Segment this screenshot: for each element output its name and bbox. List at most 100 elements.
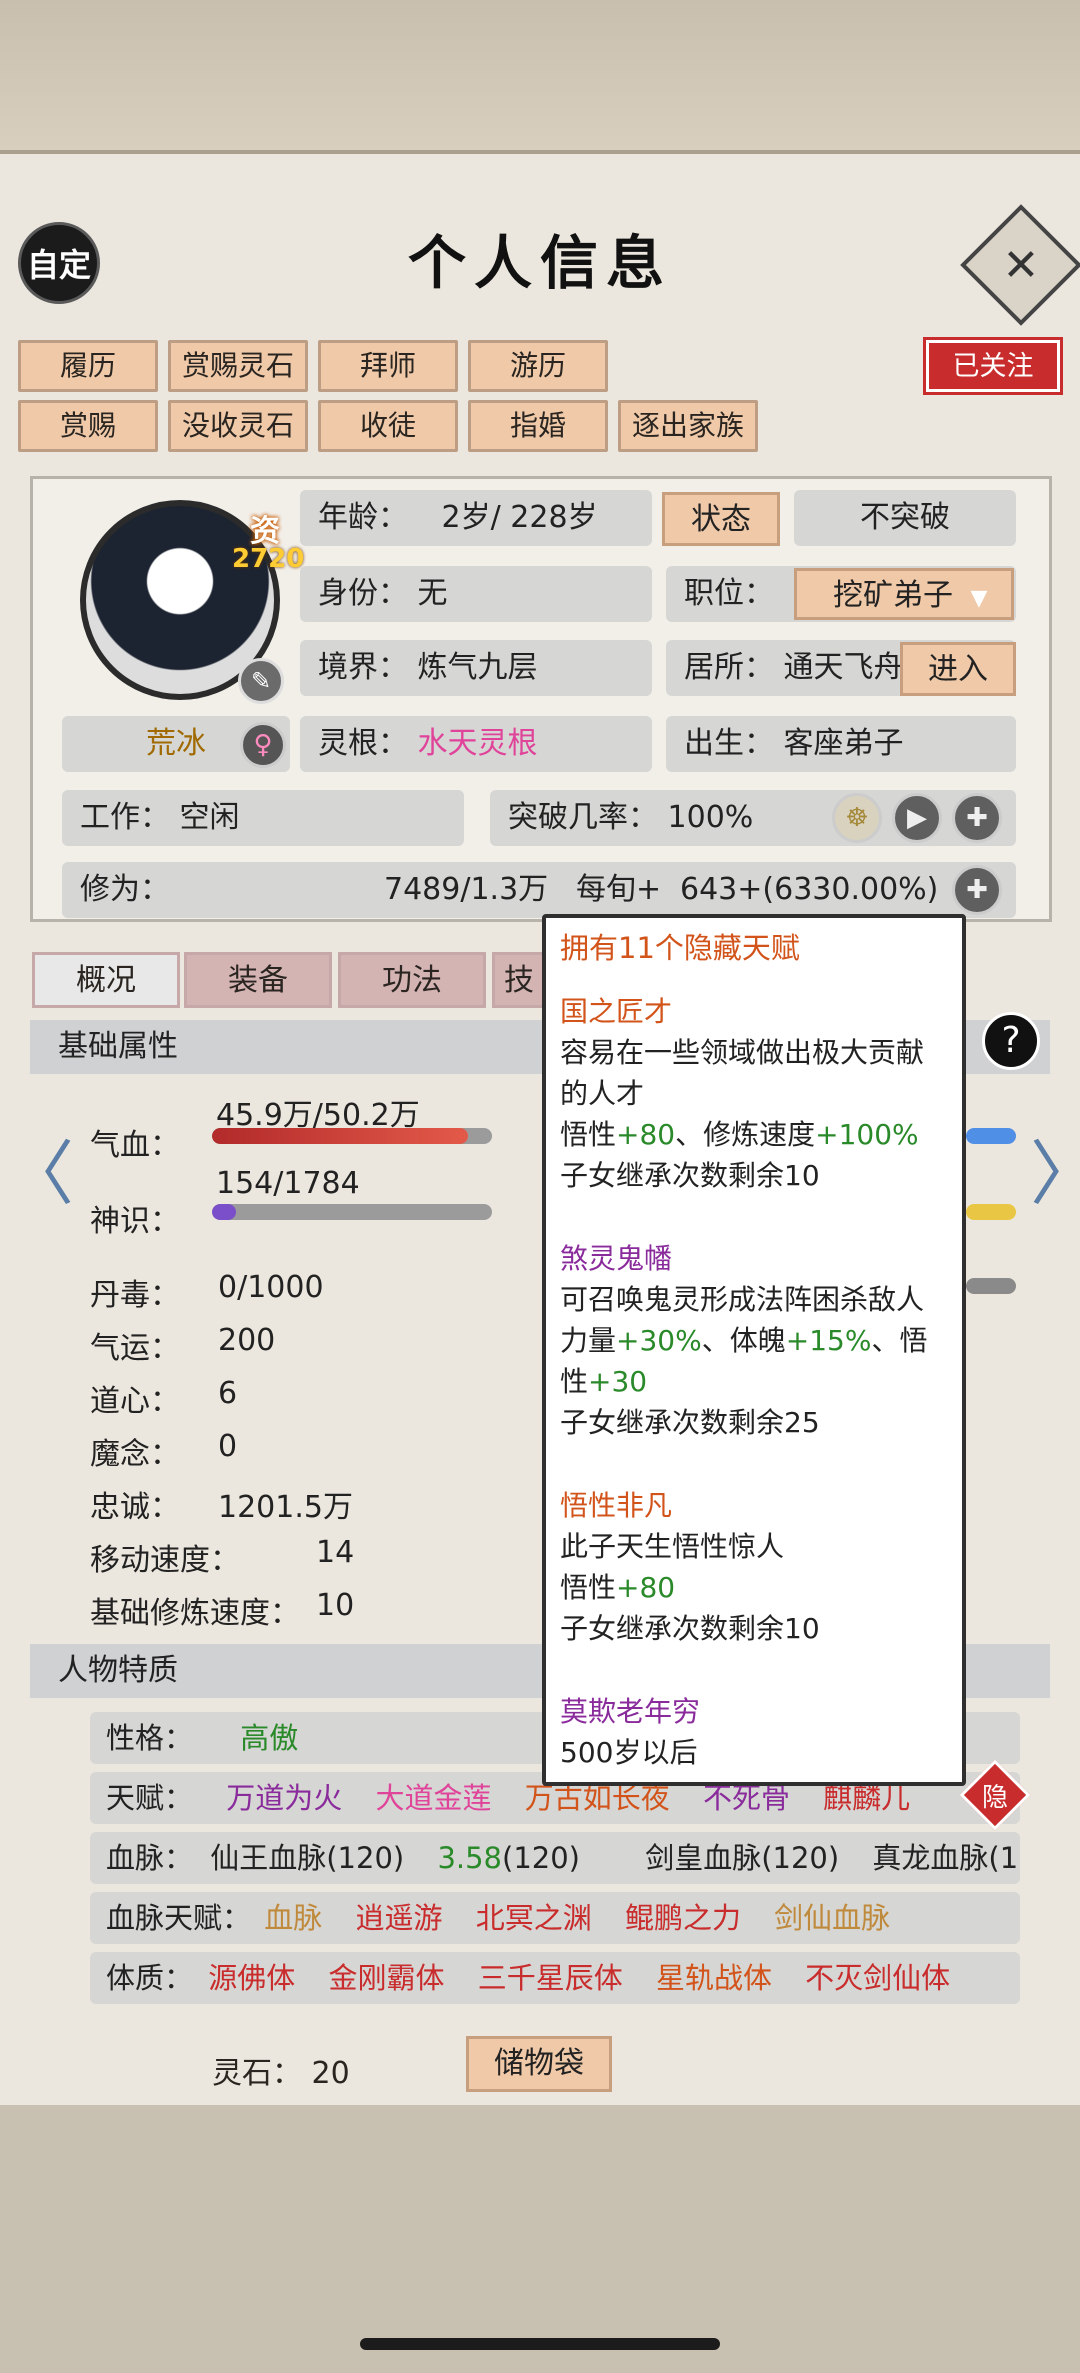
work-label: 工作： (80, 800, 170, 835)
talent-5[interactable]: 麒麟儿 (823, 1781, 910, 1815)
physique-4[interactable]: 星轨战体 (656, 1961, 772, 1995)
bloodline-talent-2[interactable]: 逍遥游 (355, 1901, 442, 1935)
talent-1[interactable]: 万道为火 (226, 1781, 342, 1815)
talent-desc-4: 500岁以后 (560, 1736, 698, 1769)
effect-value: +15% (785, 1324, 872, 1357)
age-field: 年龄： 2岁/ 228岁 (300, 490, 652, 546)
tab-equipment[interactable]: 装备 (184, 952, 332, 1008)
physique-3[interactable]: 三千星辰体 (478, 1961, 623, 1995)
female-icon: ♀ (240, 722, 286, 768)
age-value: 2岁/ 228岁 (441, 500, 598, 535)
rate-value: 100% (667, 800, 754, 835)
storage-bag-button[interactable]: 储物袋 (466, 2036, 612, 2092)
tab-skills[interactable]: 技 (492, 952, 546, 1008)
talent-inherit-2: 子女继承次数剩余25 (560, 1406, 820, 1439)
stat-value-move-speed: 14 (316, 1535, 355, 1570)
bloodline-3[interactable]: 剑皇血脉(120) (645, 1841, 839, 1875)
physique-5[interactable]: 不灭剑仙体 (805, 1961, 950, 1995)
stat-value-base-speed: 10 (316, 1588, 355, 1623)
bloodline-talent-4[interactable]: 鲲鹏之力 (625, 1901, 741, 1935)
custom-button[interactable]: 自定 (18, 222, 100, 304)
cultivation-field: 修为： 7489/1.3万 每旬+ 643+(6330.00%) (62, 862, 1016, 918)
effect-text: 、修炼速度 (675, 1118, 816, 1151)
bottom-band (0, 2105, 1080, 2373)
sense-bar-fill (212, 1204, 237, 1220)
edit-icon[interactable]: ✎ (238, 658, 284, 704)
tab-overview[interactable]: 概况 (32, 952, 180, 1008)
take-disciple-button[interactable]: 收徒 (318, 400, 458, 452)
birth-field: 出生： 客座弟子 (666, 716, 1016, 772)
take-master-button[interactable]: 拜师 (318, 340, 458, 392)
sense-label: 神识： (90, 1204, 180, 1239)
expel-button[interactable]: 逐出家族 (618, 400, 758, 452)
bloodline-1[interactable]: 仙王血脉(120) (210, 1841, 404, 1875)
position-dropdown[interactable]: 挖矿弟子 ▼ (794, 568, 1014, 620)
top-parchment-band (0, 0, 1080, 150)
work-value: 空闲 (179, 800, 240, 835)
followed-button[interactable]: 已关注 (923, 337, 1063, 395)
cultivation-plus-icon[interactable]: ✚ (952, 865, 1002, 915)
bloodline-talent-3[interactable]: 北冥之渊 (476, 1901, 592, 1935)
no-breakthrough-button[interactable]: 不突破 (794, 490, 1016, 546)
bloodline-2-rest: (120) (502, 1841, 580, 1875)
bloodline-talent-5[interactable]: 剑仙血脉 (774, 1901, 890, 1935)
bloodline-talent-row: 血脉天赋： 血脉 逍遥游 北冥之渊 鲲鹏之力 剑仙血脉 (90, 1892, 1020, 1944)
effect-value: +30 (588, 1365, 648, 1398)
reward-button[interactable]: 赏赐 (18, 400, 158, 452)
spirit-root-field: 灵根： 水天灵根 (300, 716, 652, 772)
personality-value: 高傲 (240, 1721, 299, 1755)
effect-value: +100% (815, 1118, 919, 1151)
stat-value-demon-thought: 0 (218, 1429, 238, 1464)
spirit-root-label: 灵根： (318, 726, 408, 761)
hp-bar-fill (212, 1128, 468, 1144)
physique-1[interactable]: 源佛体 (208, 1961, 295, 1995)
travel-button[interactable]: 游历 (468, 340, 608, 392)
talent-name-2: 煞灵鬼幡 (560, 1242, 673, 1275)
talent-3[interactable]: 万古如长夜 (525, 1781, 670, 1815)
hidden-talents-popup[interactable]: 拥有11个隐藏天赋 国之匠才 容易在一些领域做出极大贡献的人才 悟性+80、修炼… (542, 914, 966, 1786)
hp-bar (212, 1128, 492, 1144)
spirit-stone-display: 灵石： 20 (212, 2048, 350, 2092)
history-button[interactable]: 履历 (18, 340, 158, 392)
confiscate-stones-button[interactable]: 没收灵石 (168, 400, 308, 452)
spirit-root-value: 水天灵根 (417, 726, 538, 761)
play-icon[interactable]: ▶ (892, 793, 942, 843)
enter-button[interactable]: 进入 (900, 642, 1016, 696)
rate-label: 突破几率： (508, 800, 658, 835)
close-icon: ✕ (1002, 239, 1040, 291)
stat-label-base-speed: 基础修炼速度： (90, 1596, 300, 1631)
bloodline-2-number: 3.58 (437, 1841, 503, 1875)
spirit-stone-value: 20 (311, 2056, 350, 2091)
talent-name-3: 悟性非凡 (560, 1489, 673, 1522)
personality-label: 性格： (106, 1721, 194, 1755)
talent-4[interactable]: 不死骨 (703, 1781, 790, 1815)
position-label: 职位： (684, 576, 774, 611)
realm-value: 炼气九层 (417, 650, 538, 685)
dropdown-arrow-icon: ▼ (970, 586, 988, 611)
help-icon[interactable]: ? (982, 1012, 1040, 1070)
status-button[interactable]: 状态 (662, 492, 780, 546)
tab-techniques[interactable]: 功法 (338, 952, 486, 1008)
stat-value-luck: 200 (218, 1323, 276, 1358)
effect-text: 悟性 (560, 1118, 617, 1151)
prev-arrow-icon[interactable]: 〈 (4, 1118, 74, 1219)
physique-2[interactable]: 金刚霸体 (328, 1961, 444, 1995)
talent-inherit-3: 子女继承次数剩余10 (560, 1612, 820, 1645)
talent-effect-1: 悟性+80、修炼速度+100% (560, 1114, 948, 1155)
work-field: 工作： 空闲 (62, 790, 464, 846)
aptitude-value: 2720 (232, 544, 305, 574)
identity-value: 无 (417, 576, 448, 611)
effect-value: +80 (616, 1118, 676, 1151)
plus-icon[interactable]: ✚ (952, 793, 1002, 843)
reward-stones-button[interactable]: 赏赐灵石 (168, 340, 308, 392)
hidden-label: 隐 (981, 1783, 1008, 1813)
effect-text: 、体魄 (701, 1324, 786, 1357)
page-title: 个人信息 (407, 229, 672, 297)
talent-label: 天赋： (106, 1781, 194, 1815)
bloodline-4[interactable]: 真龙血脉(1 (872, 1841, 1018, 1875)
meditate-icon[interactable]: ☸ (832, 793, 882, 843)
arrange-marriage-button[interactable]: 指婚 (468, 400, 608, 452)
bloodline-talent-1[interactable]: 血脉 (264, 1901, 322, 1935)
talent-2[interactable]: 大道金莲 (375, 1781, 491, 1815)
next-arrow-icon[interactable]: 〉 (1030, 1118, 1080, 1219)
